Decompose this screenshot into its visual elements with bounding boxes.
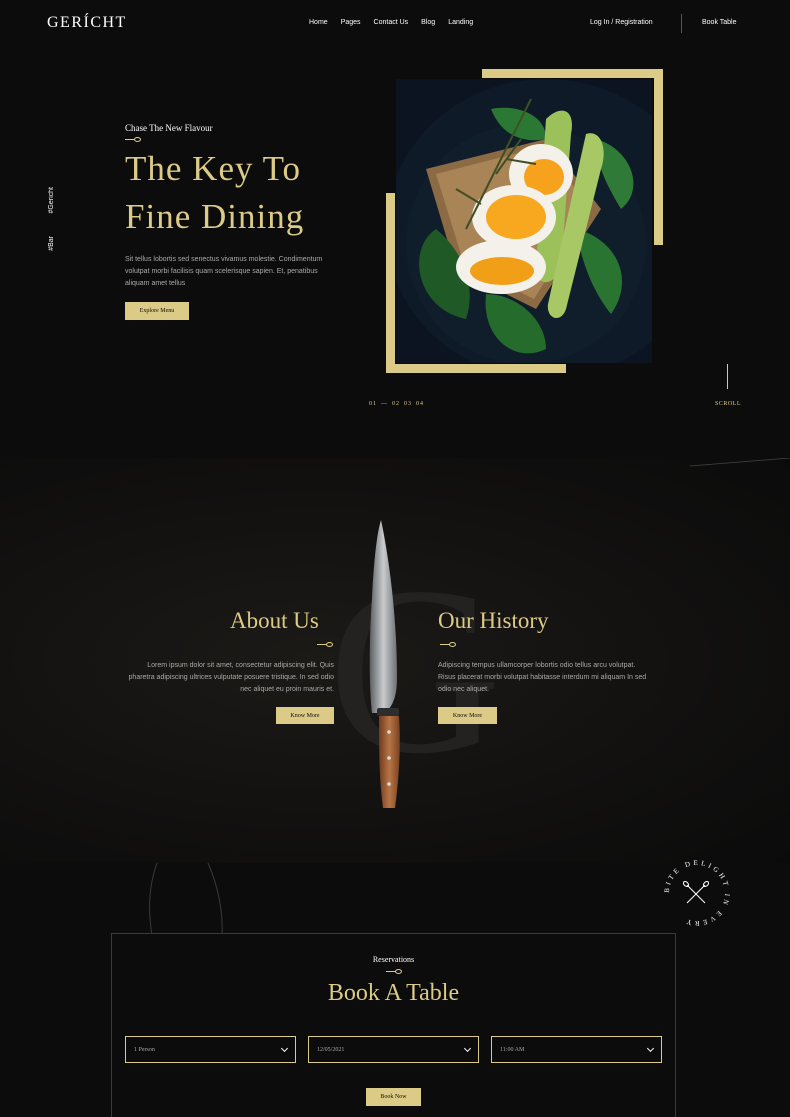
chevron-down-icon xyxy=(646,1044,655,1052)
hero-subtitle: Chase The New Flavour xyxy=(125,123,213,133)
scroll-indicator[interactable]: SCROLL xyxy=(715,401,741,407)
hero-food-image xyxy=(396,79,652,363)
spoon-icon xyxy=(440,642,456,647)
spoon-icon xyxy=(386,969,402,974)
history-know-more-button[interactable]: Know More xyxy=(438,707,497,724)
nav-divider xyxy=(681,14,682,33)
reservation-panel: Reservations Book A Table 1 Person 12/05… xyxy=(111,933,676,1117)
pager-03[interactable]: 03 xyxy=(404,401,412,407)
hero-title-line2: Fine Dining xyxy=(125,197,305,236)
crossed-spoons-icon xyxy=(682,880,710,904)
pager-02[interactable]: 02 xyxy=(392,401,400,407)
about-know-more-button[interactable]: Know More xyxy=(276,707,334,724)
explore-menu-button[interactable]: Explore Menu xyxy=(125,302,189,320)
nav-links: Home Pages Contact Us Blog Landing xyxy=(309,19,473,26)
reservation-label: Reservations xyxy=(372,955,415,964)
about-us-title: About Us xyxy=(230,608,319,633)
date-value: 12/05/2021 xyxy=(317,1046,345,1053)
pager-04[interactable]: 04 xyxy=(416,401,424,407)
spoon-icon xyxy=(317,642,333,647)
navbar: GERÍCHT Home Pages Contact Us Blog Landi… xyxy=(0,0,790,48)
reservation-title: Book A Table xyxy=(327,980,460,1006)
nav-link-pages[interactable]: Pages xyxy=(341,19,361,26)
about-section: G About Us Lorem ipsum dolor sit amet, c… xyxy=(0,458,790,863)
our-history-title: Our History xyxy=(438,608,549,633)
food-illustration xyxy=(396,79,652,363)
hero-title-line1: The Key To xyxy=(125,149,302,188)
side-tags: #Bar #Gericht xyxy=(48,187,58,257)
hero-title: The Key To Fine Dining xyxy=(125,145,304,241)
knife-icon xyxy=(369,520,400,808)
our-history-text: Adipiscing tempus ullamcorper lobortis o… xyxy=(438,662,647,693)
chevron-down-icon xyxy=(280,1044,289,1052)
hero-description: Sit tellus lobortis sed senectus vivamus… xyxy=(125,256,323,287)
pager-dash: — xyxy=(381,401,388,407)
persons-value: 1 Person xyxy=(134,1046,155,1053)
nav-link-home[interactable]: Home xyxy=(309,19,328,26)
nav-link-landing[interactable]: Landing xyxy=(448,19,473,26)
decorative-arc xyxy=(149,862,223,936)
persons-select[interactable]: 1 Person xyxy=(125,1036,296,1063)
spoon-icon xyxy=(125,137,141,142)
side-tag-bar[interactable]: #Bar xyxy=(48,236,55,251)
nav-link-contact[interactable]: Contact Us xyxy=(374,19,409,26)
side-tag-gericht[interactable]: #Gericht xyxy=(48,187,55,213)
time-select[interactable]: 11:00 AM xyxy=(491,1036,662,1063)
login-link[interactable]: Log In / Registration xyxy=(590,19,653,26)
logo[interactable]: GERÍCHT xyxy=(47,14,127,32)
time-value: 11:00 AM xyxy=(500,1046,525,1053)
bite-delight-badge: BITE DELIGHT IN EVERY xyxy=(663,859,728,927)
about-us-text: Lorem ipsum dolor sit amet, consectetur … xyxy=(128,662,334,693)
pager-01[interactable]: 01 xyxy=(369,401,377,407)
nav-book-table-link[interactable]: Book Table xyxy=(702,19,737,26)
chevron-down-icon xyxy=(463,1044,472,1052)
nav-link-blog[interactable]: Blog xyxy=(421,19,435,26)
date-select[interactable]: 12/05/2021 xyxy=(308,1036,479,1063)
slide-pager: 01 — 02 03 04 xyxy=(369,401,424,407)
book-now-button[interactable]: Book Now xyxy=(366,1088,421,1106)
scroll-line xyxy=(727,364,728,389)
